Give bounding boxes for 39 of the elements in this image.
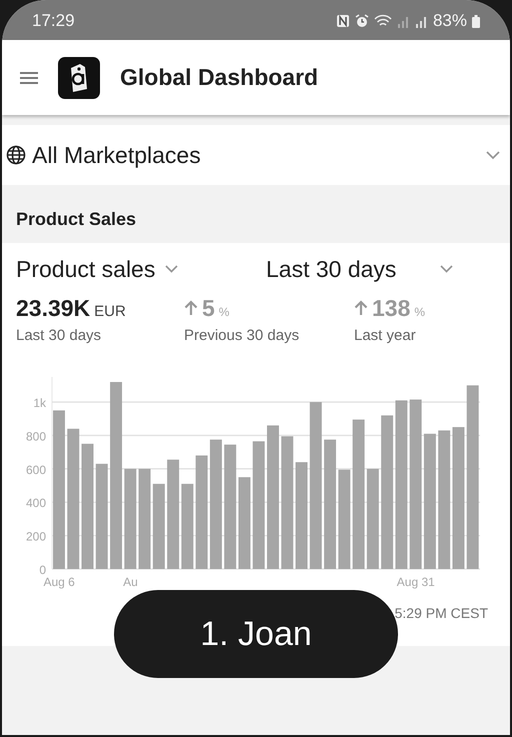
nfc-icon (336, 14, 350, 28)
clock-time: 17:29 (32, 11, 75, 31)
stat-unit: % (218, 305, 230, 319)
stat-caption: Last 30 days (16, 327, 102, 344)
battery-icon (472, 14, 480, 28)
battery-level: 83% (432, 11, 467, 31)
signal-icon (396, 14, 410, 28)
axis-label: 400 (26, 496, 46, 510)
app-title: Global Dashboard (120, 64, 318, 91)
axis-label: 200 (26, 530, 46, 544)
dropdown-selector[interactable]: Last 30 days (266, 256, 396, 282)
caption-text: 1. Joan (200, 614, 312, 654)
axis-label: Aug 31 (396, 575, 435, 589)
stat-value: 5 (202, 295, 215, 322)
axis-label: 0 (39, 563, 46, 577)
globe-icon (6, 145, 26, 165)
chevron-down-icon[interactable] (440, 265, 454, 273)
axis-label: Aug 6 (43, 575, 75, 589)
alarm-icon (354, 14, 369, 28)
axis-label: 800 (26, 429, 46, 444)
axis-label: 1k (33, 396, 46, 410)
axis-label: 600 (26, 462, 46, 477)
up-arrow-icon (354, 300, 368, 316)
signal-icon (414, 14, 428, 28)
stat-value: 23.39K (16, 295, 90, 322)
axis-label: Au (123, 575, 138, 589)
dropdown-selector[interactable]: Product sales (16, 256, 156, 282)
stat-unit: EUR (94, 303, 126, 320)
chevron-down-icon[interactable] (165, 265, 178, 273)
stat-caption: Previous 30 days (184, 327, 300, 344)
stat-value: 138 (372, 295, 410, 322)
up-arrow-icon (184, 300, 198, 316)
app-logo (58, 56, 100, 98)
chevron-down-icon[interactable] (486, 150, 500, 160)
stat-caption: Last year (354, 327, 417, 344)
last-updated-time: 5:29 PM CEST (394, 605, 488, 621)
wifi-icon (374, 14, 392, 28)
menu-icon[interactable] (20, 70, 38, 84)
stat-unit: % (414, 305, 426, 319)
